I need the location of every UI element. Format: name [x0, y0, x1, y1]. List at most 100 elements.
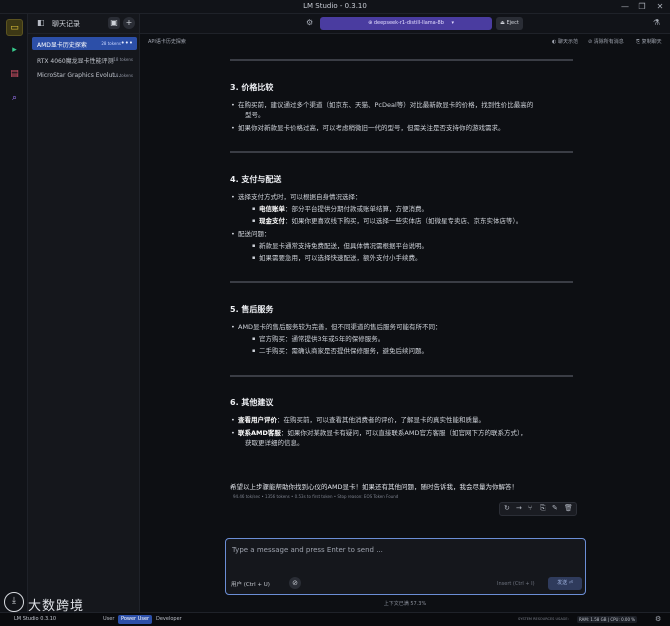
chat-item-tokens: 18 tokens [113, 73, 133, 78]
chat-item[interactable]: MicroStar Graphics Evolut... 18 tokens [32, 69, 137, 82]
generation-stats: 94.46 tok/sec • 1356 tokens • 0.53s to f… [233, 494, 399, 499]
section-heading: 3. 价格比较 [230, 83, 274, 92]
chat-item-tokens: 18 tokens [113, 57, 133, 62]
divider [230, 59, 573, 61]
watermark-text: 大数跨境 [28, 599, 85, 614]
input-placeholder: Type a message and press Enter to send .… [232, 546, 383, 554]
section-heading: 4. 支付与配送 [230, 175, 282, 184]
terminal-icon[interactable]: ▸ [6, 42, 23, 59]
chevron-down-icon: ▾ [451, 20, 454, 26]
item-text: ：部分平台提供分期付款或账单结算，方便消费。 [285, 205, 428, 213]
bold-text: 现金支付 [259, 217, 285, 225]
folder-icon[interactable]: ▤ [6, 66, 23, 83]
item-text: ：如果你对某款显卡有疑问，可以直接联系AMD官方客服（如官网下方的联系方式）， [280, 429, 527, 437]
action-label: 清除所有消息 [593, 39, 624, 45]
sidebar-header: ◧ 聊天记录 ▣ + [28, 14, 140, 34]
closing-paragraph: 希望以上步骤能帮助你找到心仪的AMD显卡！如果还有其他问题，随时告诉我，我会尽量… [230, 483, 519, 491]
chat-item-active[interactable]: AMD显卡历史探索 28 tokens ••• [32, 37, 137, 50]
settings-gear-icon[interactable]: ⚙ [655, 615, 661, 623]
system-resources-label: SYSTEM RESOURCES USAGE: [518, 617, 569, 621]
delete-icon[interactable]: 🗑 [564, 504, 573, 512]
insert-button[interactable]: Insert (Ctrl + I) [497, 581, 535, 587]
item-text: ：如果你更喜欢线下购买，可以选择一些实体店（如微星专卖店、京东实体店等）。 [285, 217, 523, 225]
chat-item-title: AMD显卡历史探索 [37, 42, 87, 49]
chat-item-title: MicroStar Graphics Evolut... [37, 72, 121, 79]
divider [230, 281, 573, 283]
model-toolbar: ⚙ ⊕ deepseek-r1-distill-llama-8b ▾ ⏏ Eje… [140, 14, 670, 34]
list-item-cont: 获取更详细的信息。 [245, 439, 304, 447]
window-title: LM Studio - 0.3.10 [303, 2, 367, 10]
close-icon[interactable]: ✕ [654, 1, 666, 12]
chat-messages: 3. 价格比较 在购买前，建议通过多个渠道（如京东、天猫、PcDeal等）对比最… [140, 50, 670, 535]
list-item: 查看用户评价：在购买前，可以查看其他消费者的评价，了解显卡的真实性能和质量。 [231, 416, 485, 425]
new-chat-button[interactable]: + [123, 17, 135, 29]
eject-button[interactable]: ⏏ Eject [496, 17, 523, 30]
attach-icon[interactable]: ⊘ [289, 577, 301, 589]
list-item-cont: 型号。 [245, 111, 265, 119]
section-heading: 5. 售后服务 [230, 305, 274, 314]
status-bar: LM Studio 0.3.10 User Power User Develop… [0, 612, 670, 626]
settings-gear-icon[interactable]: ⚙ [306, 18, 313, 27]
mode-power-user[interactable]: Power User [118, 615, 153, 624]
item-text: ：在购买前，可以查看其他消费者的评价，了解显卡的真实性能和质量。 [277, 416, 485, 424]
sidebar-title: 聊天记录 [52, 20, 80, 28]
divider [230, 151, 573, 153]
branch-icon[interactable]: ⑂ [528, 504, 532, 512]
list-item: 现金支付：如果你更喜欢线下购买，可以选择一些实体店（如微星专卖店、京东实体店等）… [252, 217, 523, 226]
message-toolbar: ↻ → ⑂ ⎘ ✎ 🗑 [499, 502, 577, 516]
copy-icon[interactable]: ⎘ [540, 504, 546, 513]
chat-icon[interactable]: ▭ [6, 19, 23, 36]
list-item: AMD显卡的售后服务较为完善，但不同渠道的售后服务可能有所不同： [231, 323, 442, 332]
search-icon[interactable]: ⌕ [6, 90, 23, 107]
edit-icon[interactable]: ✎ [552, 504, 558, 512]
nav-rail: ▭ ▸ ▤ ⌕ [0, 14, 28, 612]
list-item: 电信账单：部分平台提供分期付款或账单结算，方便消费。 [252, 205, 428, 214]
message-input[interactable]: Type a message and press Enter to send .… [225, 538, 586, 595]
context-usage: 上下文已满 57.3% [383, 601, 427, 607]
chat-subbar: API语卡历史探索 ◐ 聊天示范 ⊘ 清除所有消息 ⎘ 复制聊天 [140, 34, 670, 50]
watermark: ⤓ 大数跨境 [4, 592, 90, 616]
model-selector[interactable]: ⊕ deepseek-r1-distill-llama-8b ▾ [320, 17, 492, 30]
list-item: 二手购买：需确认商家是否提供保修服务，避免后续问题。 [252, 347, 428, 356]
list-item: 新款显卡通常支持免费配送，但具体情况需根据平台说明。 [252, 242, 428, 251]
app-version: LM Studio 0.3.10 [14, 616, 57, 622]
bold-text: 联系AMD客服 [238, 429, 281, 437]
flask-icon[interactable]: ⚗ [653, 18, 660, 27]
ram-cpu-readout: RAM: 1.58 GB | CPU: 0.00 % [577, 616, 638, 623]
list-item: 选择支付方式时，可以根据自身情况选择： [231, 193, 361, 202]
list-item: 配送问题： [231, 230, 270, 239]
new-folder-icon[interactable]: ▣ [108, 17, 120, 29]
action-label: 聊天示范 [557, 39, 578, 45]
minimize-icon[interactable]: — [619, 1, 631, 12]
sidebar-toggle-icon[interactable]: ◧ [37, 18, 45, 27]
mode-developer[interactable]: Developer [153, 615, 185, 624]
copy-chat-button[interactable]: ⎘ 复制聊天 [636, 38, 662, 45]
list-item: 官方购买：通常提供3年或5年的保修服务。 [252, 335, 384, 344]
chat-item[interactable]: RTX 4060魔龙显卡性能评测 18 tokens [32, 53, 137, 66]
continue-icon[interactable]: → [516, 504, 522, 512]
system-prompt-label[interactable]: API语卡历史探索 [148, 38, 186, 45]
model-name: ⊕ deepseek-r1-distill-llama-8b [368, 20, 444, 26]
chat-item-tokens: 28 tokens [101, 41, 121, 46]
send-button[interactable]: 发送 ⏎ [548, 577, 582, 590]
clear-messages-button[interactable]: ⊘ 清除所有消息 [588, 38, 624, 45]
maximize-icon[interactable]: ❐ [636, 1, 648, 12]
chat-demo-button[interactable]: ◐ 聊天示范 [552, 38, 578, 45]
mode-user[interactable]: User [100, 615, 117, 624]
chat-item-title: RTX 4060魔龙显卡性能评测 [37, 58, 114, 65]
divider [230, 375, 573, 377]
regenerate-icon[interactable]: ↻ [504, 504, 510, 512]
list-item: 如果需要急用，可以选择快速配送，额外支付小手续费。 [252, 254, 421, 263]
watermark-logo-icon: ⤓ [4, 592, 24, 612]
title-bar: LM Studio - 0.3.10 — ❐ ✕ [0, 0, 670, 14]
section-heading: 6. 其他建议 [230, 398, 274, 407]
list-item: 在购买前，建议通过多个渠道（如京东、天猫、PcDeal等）对比最新款显卡的价格，… [231, 101, 533, 110]
action-label: 复制聊天 [641, 39, 662, 45]
chat-sidebar: ◧ 聊天记录 ▣ + AMD显卡历史探索 28 tokens ••• RTX 4… [28, 14, 140, 612]
bold-text: 电信账单 [259, 205, 285, 213]
list-item: 联系AMD客服：如果你对某款显卡有疑问，可以直接联系AMD官方客服（如官网下方的… [231, 429, 527, 438]
role-selector[interactable]: 用户 (Ctrl + U) [231, 580, 270, 588]
list-item: 如果你对新款显卡价格过高，可以考虑稍微旧一代的型号，但需关注是否支持你的游戏需求… [231, 124, 504, 133]
bold-text: 查看用户评价 [238, 416, 277, 424]
more-options-icon[interactable]: ••• [121, 39, 133, 47]
